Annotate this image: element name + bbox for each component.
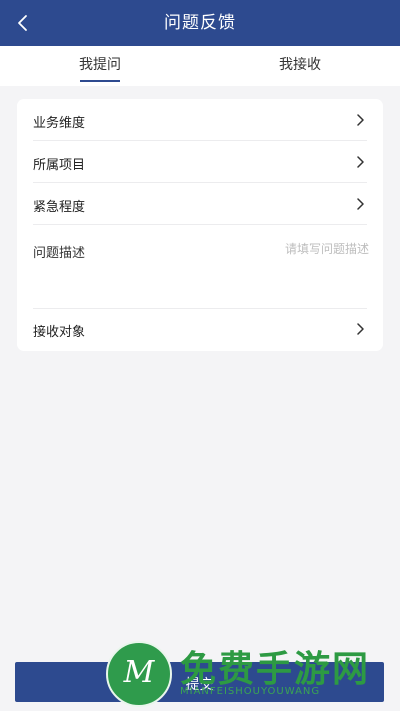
row-urgency[interactable]: 紧急程度 (17, 183, 383, 225)
row-label: 业务维度 (33, 116, 86, 131)
top-bar: 问题反馈 (0, 0, 400, 46)
page-title: 问题反馈 (164, 13, 236, 33)
row-recipient[interactable]: 接收对象 (17, 309, 383, 351)
row-project[interactable]: 所属项目 (17, 141, 383, 183)
watermark-logo-mark: M (123, 655, 155, 690)
tab-received[interactable]: 我接收 (240, 46, 360, 86)
row-description: 问题描述 (17, 225, 383, 309)
watermark-subtext: MIANFEISHOUYOUWANG (180, 686, 321, 697)
chevron-right-icon (357, 323, 364, 335)
chevron-right-icon (357, 114, 364, 126)
description-label: 问题描述 (33, 246, 86, 261)
chevron-right-icon (357, 156, 364, 168)
row-business-dimension[interactable]: 业务维度 (17, 99, 383, 141)
watermark-logo: M (106, 641, 172, 707)
chevron-right-icon (357, 198, 364, 210)
feedback-form-card: 业务维度 所属项目 紧急程度 问题描述 接收对象 (17, 99, 383, 351)
description-input[interactable] (137, 241, 371, 257)
tab-bar: 我提问 我接收 (0, 46, 400, 86)
watermark-text: 免费手游网 (180, 649, 371, 690)
row-label: 紧急程度 (33, 200, 86, 215)
row-label: 所属项目 (33, 158, 86, 173)
active-tab-indicator (80, 80, 120, 82)
row-label: 接收对象 (33, 325, 86, 340)
